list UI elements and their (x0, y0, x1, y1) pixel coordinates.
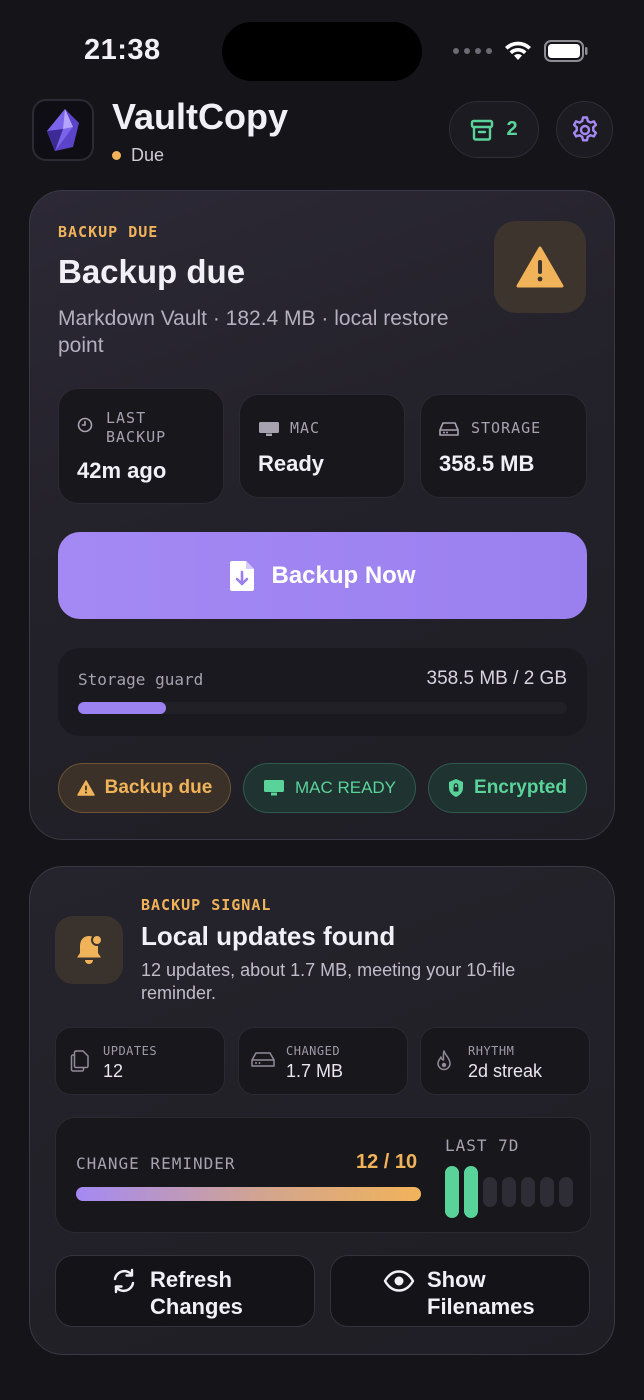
stat-value: Ready (258, 451, 325, 476)
app-title: VaultCopy (112, 96, 289, 137)
backup-status-card: BACKUP DUE Backup due Markdown Vault · 1… (29, 190, 615, 840)
backup-signal-card: BACKUP SIGNAL Local updates found 12 upd… (29, 866, 615, 1355)
cellular-signal-icon (453, 48, 492, 54)
app-logo (32, 99, 94, 161)
day-bar (540, 1177, 554, 1207)
backup-title: Backup due (58, 253, 246, 290)
day-bar (559, 1177, 573, 1207)
archive-button[interactable]: 2 (449, 101, 539, 158)
day-bar (483, 1177, 497, 1207)
drive-icon (251, 1052, 275, 1067)
show-filenames-label: Show Filenames (427, 1267, 535, 1319)
last7-bars (445, 1166, 573, 1218)
app-logo-icon (47, 109, 79, 151)
warning-icon (76, 780, 95, 796)
clock-icon (77, 417, 93, 433)
status-indicators (453, 40, 588, 62)
mini-stat-changed: CHANGED 1.7 MB (238, 1027, 408, 1095)
drive-icon (439, 422, 459, 436)
settings-button[interactable] (556, 101, 613, 158)
backup-eyebrow: BACKUP DUE (58, 223, 159, 241)
day-bar (464, 1166, 478, 1218)
archive-icon (471, 119, 494, 141)
change-reminder: CHANGE REMINDER 12 / 10 LAST 7D (55, 1117, 591, 1233)
backup-now-label: Backup Now (271, 561, 416, 589)
stat-label: STORAGE (471, 419, 542, 437)
refresh-icon (113, 1268, 135, 1294)
stat-label: MAC (290, 419, 321, 437)
reminder-value: 12 / 10 (356, 1151, 418, 1173)
status-dot (112, 151, 121, 160)
status-time: 21:38 (84, 34, 161, 66)
app-status-label: Due (131, 145, 165, 165)
day-bar (521, 1177, 535, 1207)
chip-label: Encrypted (474, 777, 567, 798)
storage-guard: Storage guard 358.5 MB / 2 GB (58, 648, 587, 736)
chip-backup-due: Backup due (58, 763, 231, 813)
storage-guard-label: Storage guard (78, 670, 204, 689)
wifi-icon (505, 41, 531, 60)
day-bar (502, 1177, 516, 1207)
stat-value: 42m ago (77, 458, 167, 483)
stat-label: LAST BACKUP (106, 409, 167, 446)
monitor-icon (263, 780, 284, 796)
shield-lock-icon (449, 779, 464, 797)
storage-guard-fill (78, 702, 167, 714)
battery-icon (544, 40, 588, 62)
bell-tile (55, 916, 123, 984)
flame-icon (437, 1050, 451, 1071)
refresh-changes-label: Refresh Changes (150, 1267, 243, 1319)
stat-mac: MAC Ready (239, 394, 405, 498)
stat-last-backup: LAST BACKUP 42m ago (58, 388, 224, 504)
backup-subtitle: Markdown Vault · 182.4 MB · local restor… (58, 307, 449, 357)
files-icon (70, 1050, 89, 1072)
chip-label: Backup due (104, 777, 213, 798)
app-status: Due (112, 145, 164, 166)
last7-label: LAST 7D (445, 1136, 520, 1155)
mini-stat-value: 12 (103, 1061, 124, 1081)
refresh-changes-button[interactable]: Refresh Changes (55, 1255, 315, 1327)
mini-stat-value: 1.7 MB (286, 1061, 344, 1081)
stat-storage: STORAGE 358.5 MB (420, 394, 587, 498)
chip-encrypted: Encrypted (428, 763, 587, 813)
monitor-icon (259, 422, 279, 436)
mini-stat-updates: UPDATES 12 (55, 1027, 225, 1095)
mini-stat-label: CHANGED (286, 1044, 341, 1058)
document-download-icon (230, 560, 255, 591)
chip-label: MAC READY (294, 778, 397, 797)
gear-icon (572, 115, 597, 141)
dynamic-island (222, 22, 422, 81)
backup-now-button[interactable]: Backup Now (58, 532, 587, 619)
chip-mac-ready: MAC READY (243, 763, 416, 813)
mini-stat-value: 2d streak (468, 1061, 543, 1081)
signal-eyebrow: BACKUP SIGNAL (141, 896, 272, 914)
bell-icon (77, 934, 103, 964)
stat-value: 358.5 MB (439, 451, 535, 476)
mini-stat-rhythm: RHYTHM 2d streak (420, 1027, 590, 1095)
reminder-fill (76, 1187, 421, 1201)
day-bar (445, 1166, 459, 1218)
warning-tile (494, 221, 586, 313)
signal-subtitle: 12 updates, about 1.7 MB, meeting your 1… (141, 960, 516, 1003)
archive-count: 2 (506, 118, 518, 140)
storage-guard-track (78, 702, 567, 714)
storage-guard-value: 358.5 MB / 2 GB (426, 668, 567, 689)
signal-title: Local updates found (141, 921, 396, 951)
eye-icon (383, 1270, 415, 1292)
warning-icon (516, 246, 564, 288)
show-filenames-button[interactable]: Show Filenames (330, 1255, 590, 1327)
mini-stat-label: RHYTHM (468, 1044, 515, 1058)
reminder-label: CHANGE REMINDER (76, 1154, 236, 1173)
mini-stat-label: UPDATES (103, 1044, 158, 1058)
reminder-track (76, 1187, 421, 1201)
